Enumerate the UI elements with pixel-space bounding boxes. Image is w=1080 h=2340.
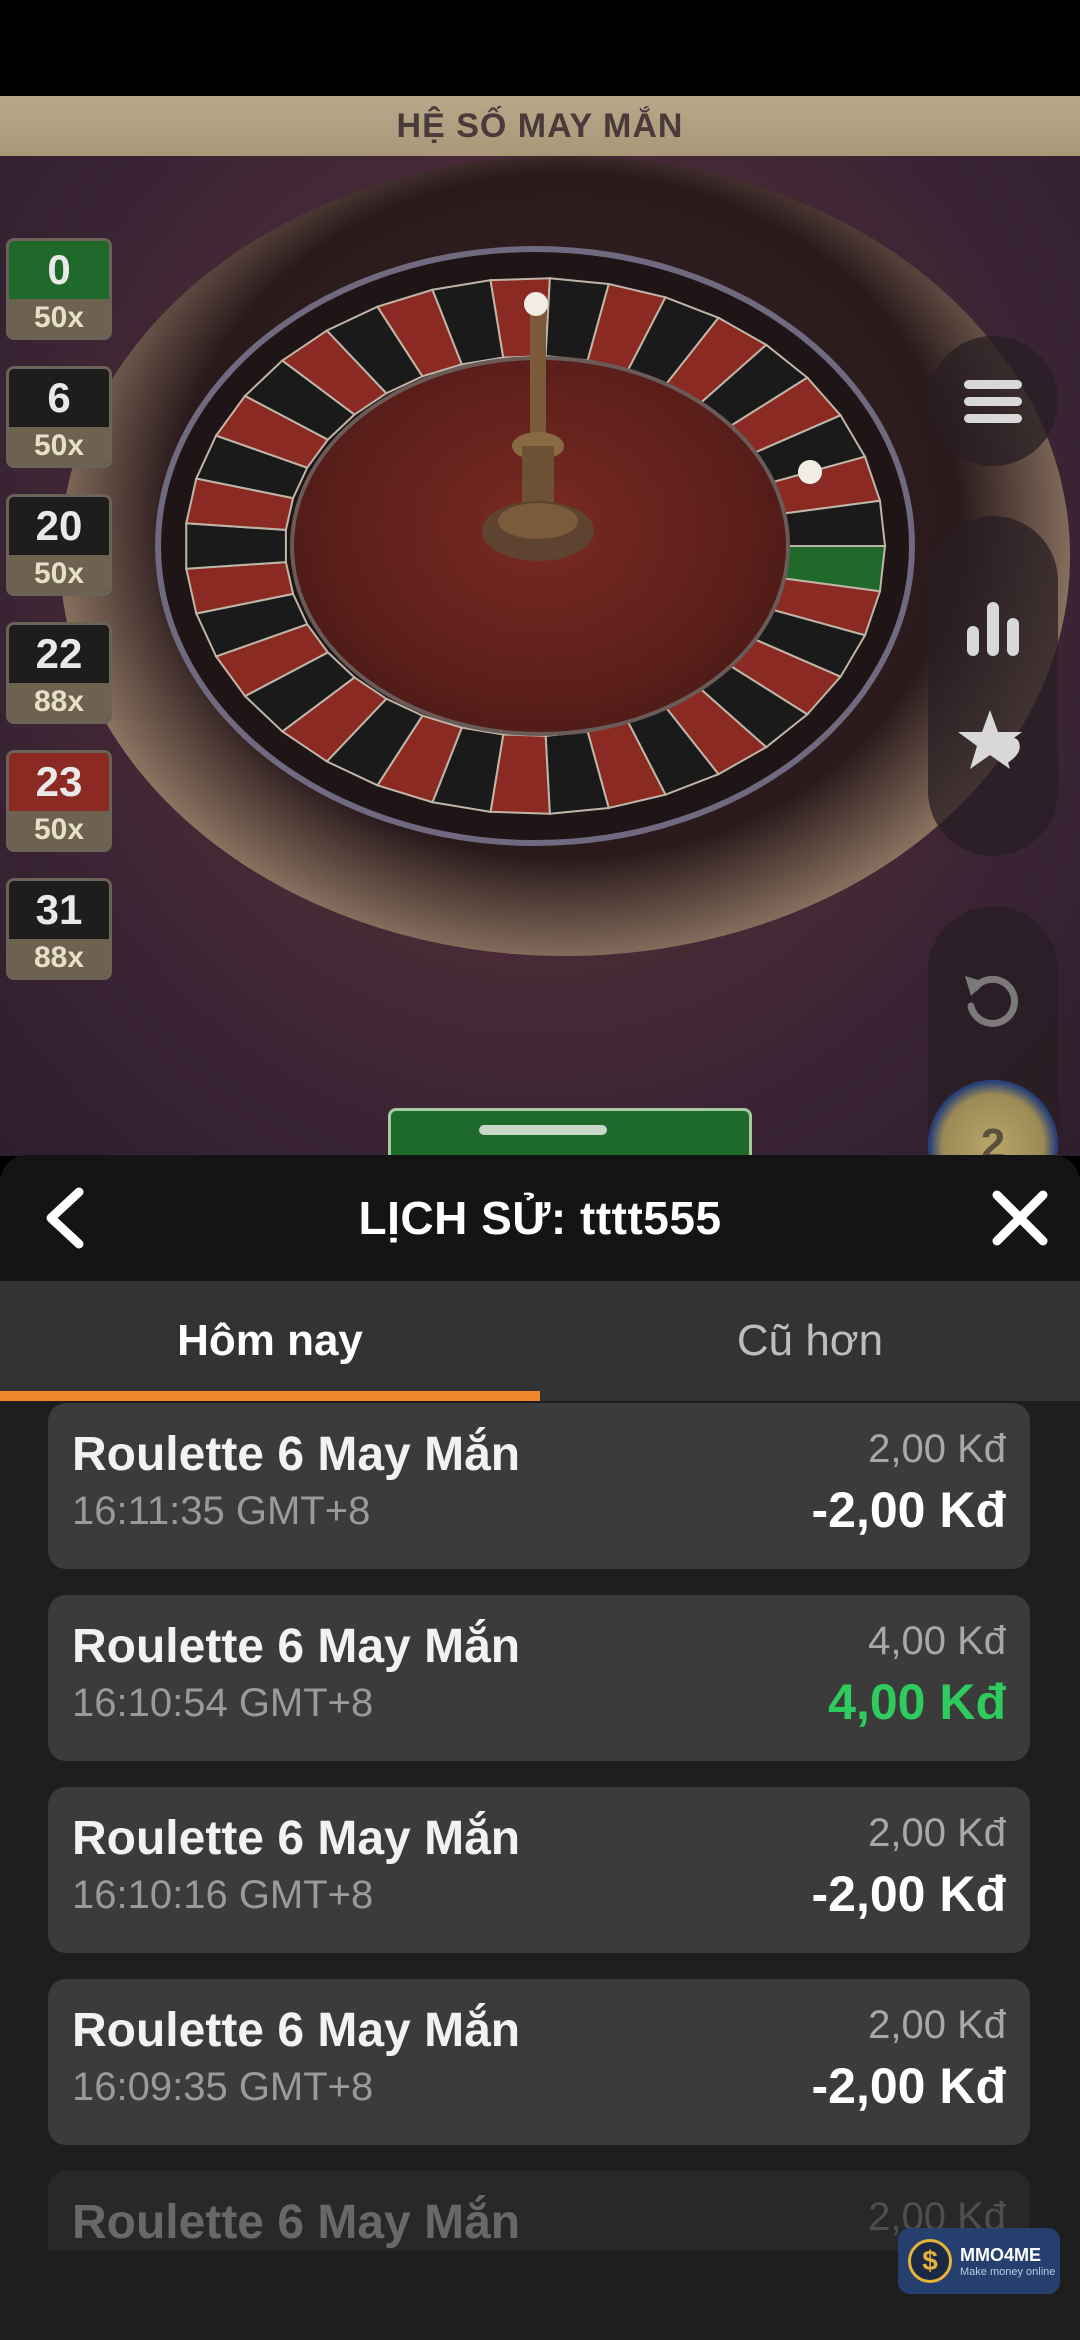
chevron-left-icon xyxy=(46,1187,84,1249)
statistics-icon[interactable] xyxy=(961,596,1025,660)
lucky-multiplier: 50x xyxy=(9,811,109,849)
history-list[interactable]: Roulette 6 May Mắn 16:11:35 GMT+8 2,00 Kđ -… xyxy=(0,1401,1080,2251)
history-row[interactable]: Roulette 6 May Mắn 16:10:54 GMT+8 4,00 Kđ 4… xyxy=(48,1595,1030,1761)
back-button[interactable] xyxy=(30,1183,100,1253)
lucky-multiplier: 88x xyxy=(9,683,109,721)
banner-title: HỆ SỐ MAY MẮN xyxy=(396,106,684,145)
history-result: -2,00 Kđ xyxy=(811,1482,1006,1538)
history-time: 16:10:16 GMT+8 xyxy=(72,1873,374,1917)
watermark-brand: MMO4ME xyxy=(960,2244,1041,2265)
dollar-coin-icon: $ xyxy=(908,2239,952,2283)
roulette-ball-2 xyxy=(798,460,822,484)
lucky-multiplier-banner: HỆ SỐ MAY MẮN xyxy=(0,96,1080,156)
lucky-number-card: 22 88x xyxy=(6,622,112,724)
hamburger-icon xyxy=(964,372,1022,431)
roulette-game-area: HỆ SỐ MAY MẮN 0 50x 6 50x 20 50x 22 88x 23 50x 31 8… xyxy=(0,96,1080,1156)
undo-icon[interactable] xyxy=(961,966,1025,1030)
tab-older[interactable]: Cũ hơn xyxy=(540,1281,1080,1401)
lucky-number: 20 xyxy=(9,497,109,555)
history-result: 4,00 Kđ xyxy=(828,1674,1006,1730)
lucky-number-card: 6 50x xyxy=(6,366,112,468)
status-bar xyxy=(0,0,1080,96)
roulette-ball xyxy=(524,292,548,316)
lucky-multiplier: 88x xyxy=(9,939,109,977)
tab-today[interactable]: Hôm nay xyxy=(0,1281,540,1401)
history-title: LỊCH SỬ: tttt555 xyxy=(358,1192,722,1244)
history-time: 16:11:35 GMT+8 xyxy=(72,1489,371,1533)
wheel-pocket xyxy=(185,522,287,570)
lucky-numbers-column: 0 50x 6 50x 20 50x 22 88x 23 50x 31 88x xyxy=(6,238,116,1006)
close-icon xyxy=(992,1190,1048,1246)
lucky-number: 22 xyxy=(9,625,109,683)
history-result: -2,00 Kđ xyxy=(811,1866,1006,1922)
history-game-name: Roulette 6 May Mắn xyxy=(72,1620,521,1673)
history-game-name: Roulette 6 May Mắn xyxy=(72,1812,521,1865)
history-result: -2,00 Kđ xyxy=(811,2058,1006,2114)
bet-drawer-handle[interactable] xyxy=(388,1108,752,1156)
history-stake: 2,00 Kđ xyxy=(868,1811,1006,1855)
lucky-number-card: 20 50x xyxy=(6,494,112,596)
lucky-number-card: 0 50x xyxy=(6,238,112,340)
side-toolbar xyxy=(928,516,1058,856)
lucky-multiplier: 50x xyxy=(9,299,109,337)
history-time: 16:09:35 GMT+8 xyxy=(72,2065,374,2109)
lucky-number-card: 31 88x xyxy=(6,878,112,980)
watermark-tagline: Make money online xyxy=(960,2265,1056,2278)
history-game-name: Roulette 6 May Mắn xyxy=(72,2004,521,2057)
history-stake: 2,00 Kđ xyxy=(868,1427,1006,1471)
drawer-grip xyxy=(479,1125,607,1135)
mmo4me-watermark: $ MMO4ME Make money online xyxy=(898,2228,1060,2294)
history-header: LỊCH SỬ: tttt555 xyxy=(0,1155,1080,1281)
history-row[interactable]: Roulette 6 May Mắn 2,00 Kđ xyxy=(48,2171,1030,2251)
favorites-icon[interactable] xyxy=(956,706,1030,780)
wheel-turret xyxy=(482,306,594,561)
history-stake: 2,00 Kđ xyxy=(868,2003,1006,2047)
lucky-number: 23 xyxy=(9,753,109,811)
history-game-name: Roulette 6 May Mắn xyxy=(72,2196,521,2249)
lucky-number: 6 xyxy=(9,369,109,427)
lucky-multiplier: 50x xyxy=(9,555,109,593)
history-row[interactable]: Roulette 6 May Mắn 16:11:35 GMT+8 2,00 Kđ -… xyxy=(48,1403,1030,1569)
lucky-number-card: 23 50x xyxy=(6,750,112,852)
lucky-number: 0 xyxy=(9,241,109,299)
lucky-number: 31 xyxy=(9,881,109,939)
menu-button[interactable] xyxy=(928,336,1058,466)
history-stake: 4,00 Kđ xyxy=(868,1619,1006,1663)
history-row[interactable]: Roulette 6 May Mắn 16:09:35 GMT+8 2,00 Kđ -… xyxy=(48,1979,1030,2145)
chip-value: 2 xyxy=(980,1120,1006,1156)
close-button[interactable] xyxy=(985,1183,1055,1253)
history-row[interactable]: Roulette 6 May Mắn 16:10:16 GMT+8 2,00 Kđ -… xyxy=(48,1787,1030,1953)
history-game-name: Roulette 6 May Mắn xyxy=(72,1428,521,1481)
lucky-multiplier: 50x xyxy=(9,427,109,465)
history-panel: LỊCH SỬ: tttt555 Hôm nay Cũ hơn Roulette… xyxy=(0,1155,1080,2340)
history-tabs: Hôm nay Cũ hơn xyxy=(0,1281,1080,1401)
history-time: 16:10:54 GMT+8 xyxy=(72,1681,374,1725)
